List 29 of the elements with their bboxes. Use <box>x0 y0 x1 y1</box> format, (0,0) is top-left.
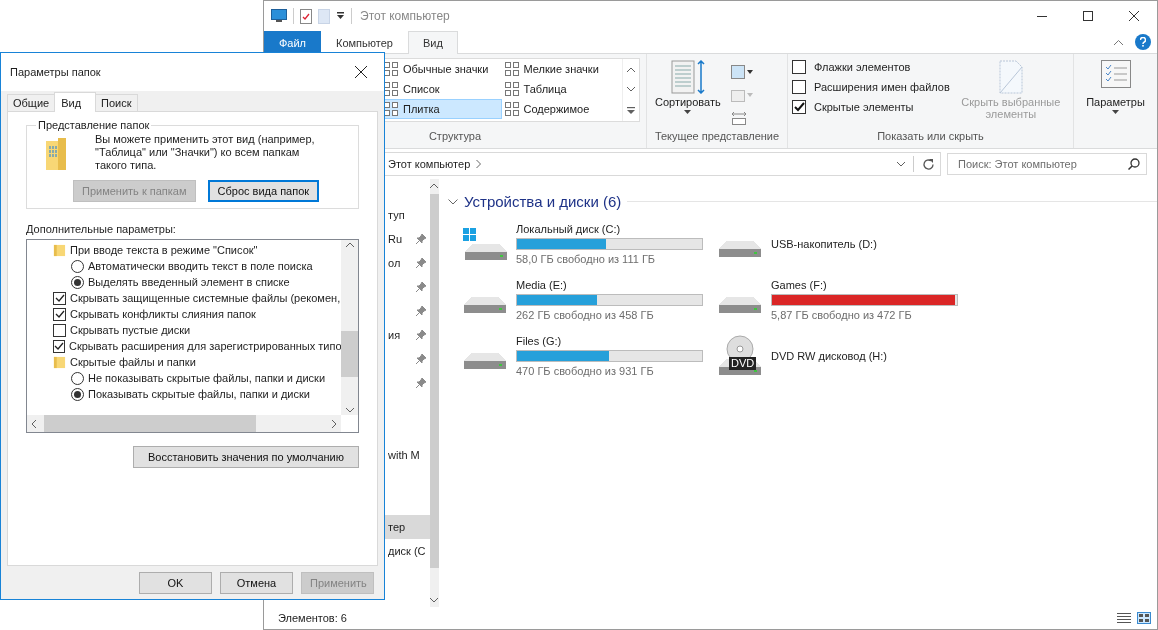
option-label: Автоматически вводить текст в поле поиска <box>88 260 313 272</box>
checkbox-label: Расширения имен файлов <box>814 81 950 93</box>
address-text: Этот компьютер <box>388 158 471 170</box>
section-label: Дополнительные параметры: <box>26 223 177 235</box>
free-space: 262 ГБ свободно из 458 ГБ <box>516 309 655 321</box>
option-label: Скрывать конфликты слияния папок <box>70 308 256 320</box>
option-label: Скрывать защищенные системные файлы (рекомен, <box>70 292 341 304</box>
group-legend: Представление папок <box>36 119 152 131</box>
free-space: 5,87 ГБ свободно из 472 ГБ <box>771 309 913 321</box>
free-space: 58,0 ГБ свободно из 111 ГБ <box>516 253 657 265</box>
option-label: Показывать скрытые файлы, папки и диски <box>88 388 310 400</box>
option-label: Скрывать пустые диски <box>70 324 191 336</box>
group-label: Показать или скрыть <box>877 130 984 142</box>
group-label: Структура <box>428 130 482 142</box>
item-count: Элементов: 6 <box>278 612 347 624</box>
option-label: При вводе текста в режиме "Список" <box>70 244 258 256</box>
option-label: Скрывать расширения для зарегистрированных типо <box>69 340 341 352</box>
checkbox-label: Флажки элементов <box>814 61 911 73</box>
window-title: Этот компьютер <box>360 9 450 23</box>
option-label: Скрытые файлы и папки <box>70 356 196 368</box>
dvd-label: DVD <box>729 357 757 370</box>
group-label: Текущее представление <box>654 130 780 142</box>
free-space: 470 ГБ свободно из 931 ГБ <box>516 365 655 377</box>
group-title: Устройства и диски (6) <box>464 193 622 210</box>
checkbox-label: Скрытые элементы <box>814 101 914 113</box>
description-text: Вы можете применить этот вид (например, "Таблица" или "Значки") ко всем папкам такого типа. <box>95 132 316 172</box>
dialog-title: Параметры папок <box>10 66 101 78</box>
option-label: Не показывать скрытые файлы, папки и диски <box>88 372 326 384</box>
option-label: Выделять введенный элемент в списке <box>88 276 290 288</box>
